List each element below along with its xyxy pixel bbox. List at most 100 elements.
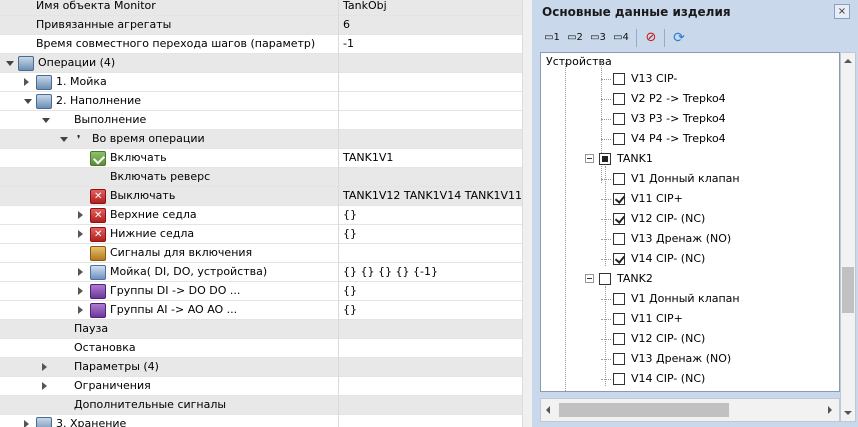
collapse-icon[interactable] <box>585 274 594 283</box>
property-value[interactable] <box>338 92 522 111</box>
splitter[interactable] <box>522 0 532 427</box>
collapse-icon[interactable] <box>585 154 594 163</box>
device-checkbox[interactable] <box>613 213 625 225</box>
device-checkbox[interactable] <box>599 153 611 165</box>
tree-device-label[interactable]: V3 P3 -> Trepko4 <box>631 110 726 128</box>
property-row[interactable]: Выключать TANK1V12 TANK1V14 TANK1V11 <box>0 187 522 206</box>
collapsed-arrow-icon[interactable] <box>24 420 29 427</box>
tree-device-label[interactable]: V13 Дренаж (NO) <box>631 230 731 248</box>
tree-device-label[interactable]: V12 CIP- (NC) <box>631 210 705 228</box>
tree-device-label[interactable]: V4 P4 -> Trepko4 <box>631 130 726 148</box>
device-checkbox[interactable] <box>613 113 625 125</box>
property-value[interactable]: {} {} {} {} {-1} <box>338 263 522 282</box>
property-row[interactable]: Мойка( DI, DO, устройства) {} {} {} {} {-… <box>0 263 522 282</box>
tool-level-2-button[interactable]: ▭2 <box>565 28 585 48</box>
property-row[interactable]: Имя объекта Monitor TankObj <box>0 0 522 16</box>
collapsed-arrow-icon[interactable] <box>42 363 47 371</box>
property-value[interactable] <box>338 168 522 187</box>
device-checkbox[interactable] <box>613 373 625 385</box>
property-value[interactable]: -1 <box>338 35 522 54</box>
expanded-arrow-icon[interactable] <box>6 61 14 66</box>
property-value[interactable]: {} <box>338 301 522 320</box>
device-checkbox[interactable] <box>613 353 625 365</box>
property-value[interactable]: TANK1V12 TANK1V14 TANK1V11 <box>338 187 522 206</box>
device-checkbox[interactable] <box>613 173 625 185</box>
property-row[interactable]: Дополнительные сигналы <box>0 396 522 415</box>
collapsed-arrow-icon[interactable] <box>78 211 83 219</box>
tree-group-label[interactable]: M (8) <box>599 390 631 391</box>
device-checkbox[interactable] <box>613 253 625 265</box>
device-tree[interactable]: Устройства V13 CIP- V2 P2 -> Trepko4 V3 P3 … <box>540 52 840 392</box>
expanded-arrow-icon[interactable] <box>24 99 32 104</box>
property-value[interactable]: TANK1V1 <box>338 149 522 168</box>
expanded-arrow-icon[interactable] <box>60 137 68 142</box>
property-value[interactable]: {} <box>338 282 522 301</box>
collapsed-arrow-icon[interactable] <box>78 268 83 276</box>
property-value[interactable] <box>338 54 522 73</box>
property-row[interactable]: Верхние седла {} <box>0 206 522 225</box>
operation-storage[interactable]: 3. Хранение <box>0 415 522 427</box>
device-checkbox[interactable] <box>613 333 625 345</box>
property-value[interactable] <box>338 377 522 396</box>
property-row[interactable]: Параметры (4) <box>0 358 522 377</box>
tree-device-label[interactable]: V11 CIP+ <box>631 190 683 208</box>
property-value[interactable] <box>338 358 522 377</box>
device-checkbox[interactable] <box>613 73 625 85</box>
property-row[interactable]: Пауза <box>0 320 522 339</box>
property-value[interactable] <box>338 396 522 415</box>
collapsed-arrow-icon[interactable] <box>24 78 29 86</box>
expanded-arrow-icon[interactable] <box>42 118 50 123</box>
property-value[interactable] <box>338 130 522 149</box>
device-checkbox[interactable] <box>613 193 625 205</box>
device-checkbox[interactable] <box>613 233 625 245</box>
device-checkbox[interactable] <box>599 273 611 285</box>
property-row[interactable]: Время совместного перехода шагов (параме… <box>0 35 522 54</box>
scroll-right-icon[interactable] <box>823 403 839 417</box>
property-value[interactable]: 6 <box>338 16 522 35</box>
device-checkbox[interactable] <box>613 133 625 145</box>
refresh-icon[interactable]: ⟳ <box>669 28 689 48</box>
scroll-left-icon[interactable] <box>541 403 557 417</box>
scroll-up-icon[interactable] <box>841 53 855 69</box>
property-value[interactable] <box>338 244 522 263</box>
property-value[interactable] <box>338 415 522 427</box>
property-row[interactable]: Включать TANK1V1 <box>0 149 522 168</box>
tree-device-label[interactable]: V13 Дренаж (NO) <box>631 350 731 368</box>
property-row[interactable]: ❜ Во время операции <box>0 130 522 149</box>
scroll-thumb[interactable] <box>842 267 854 313</box>
tree-device-label[interactable]: V2 P2 -> Trepko4 <box>631 90 726 108</box>
property-row[interactable]: Ограничения <box>0 377 522 396</box>
property-value[interactable] <box>338 320 522 339</box>
tree-device-label[interactable]: V14 CIP- (NC) <box>631 250 705 268</box>
property-row[interactable]: Группы AI -> AO AO ... {} <box>0 301 522 320</box>
collapsed-arrow-icon[interactable] <box>78 230 83 238</box>
property-value[interactable]: {} <box>338 206 522 225</box>
collapsed-arrow-icon[interactable] <box>78 306 83 314</box>
tree-group-label[interactable]: TANK1 <box>617 150 653 168</box>
operation-fill[interactable]: 2. Наполнение <box>0 92 522 111</box>
device-checkbox[interactable] <box>613 93 625 105</box>
scroll-down-icon[interactable] <box>841 405 855 421</box>
tree-device-label[interactable]: V12 CIP- (NC) <box>631 330 705 348</box>
property-row[interactable]: Нижние седла {} <box>0 225 522 244</box>
property-value[interactable]: {} <box>338 225 522 244</box>
tree-device-label[interactable]: V1 Донный клапан <box>631 170 740 188</box>
collapsed-arrow-icon[interactable] <box>78 287 83 295</box>
tree-device-label[interactable]: V13 CIP- <box>631 70 677 88</box>
property-value[interactable] <box>338 339 522 358</box>
property-row[interactable]: Включать реверс <box>0 168 522 187</box>
property-row[interactable]: Сигналы для включения <box>0 244 522 263</box>
tree-device-label[interactable]: V1 Донный клапан <box>631 290 740 308</box>
no-entry-icon[interactable]: ⊘ <box>641 28 661 48</box>
tree-device-label[interactable]: V14 CIP- (NC) <box>631 370 705 388</box>
property-row[interactable]: Группы DI -> DO DO ... {} <box>0 282 522 301</box>
property-value[interactable]: TankObj <box>338 0 522 16</box>
close-button[interactable]: × <box>834 4 850 19</box>
vertical-scrollbar[interactable] <box>840 52 856 422</box>
property-row[interactable]: Выполнение <box>0 111 522 130</box>
device-checkbox[interactable] <box>613 313 625 325</box>
property-row[interactable]: Остановка <box>0 339 522 358</box>
operation-wash[interactable]: 1. Мойка <box>0 73 522 92</box>
collapsed-arrow-icon[interactable] <box>42 382 47 390</box>
property-value[interactable] <box>338 111 522 130</box>
